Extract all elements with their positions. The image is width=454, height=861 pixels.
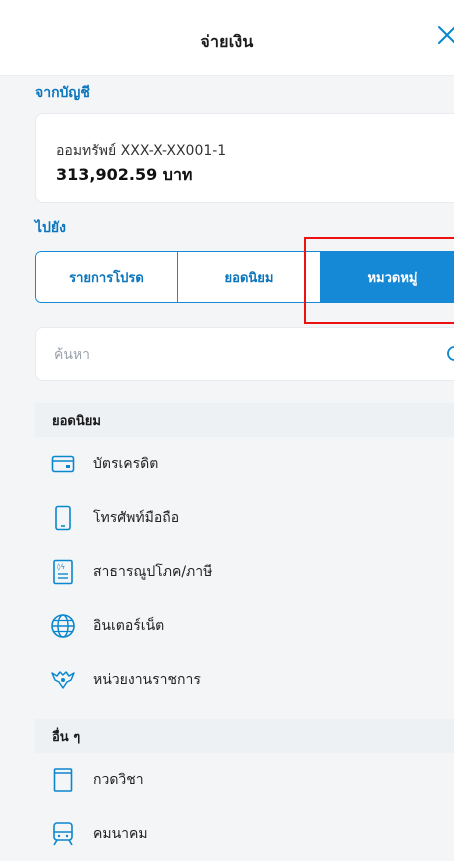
from-account-label: จากบัญชี xyxy=(35,85,90,101)
list-item-credit-card[interactable]: บัตรเครดิต xyxy=(35,437,454,491)
group-header-popular: ยอดนิยม xyxy=(35,403,454,437)
search-box xyxy=(35,327,454,381)
others-list: กวดวิชา คมนาคม xyxy=(35,753,454,861)
book-icon xyxy=(49,766,77,794)
list-item-tutoring[interactable]: กวดวิชา xyxy=(35,753,454,807)
train-icon xyxy=(49,820,77,848)
to-label: ไปยัง xyxy=(35,220,66,236)
list-item-utilities-tax[interactable]: ◊ϟ สาธารณูปโภค/ภาษี xyxy=(35,545,454,599)
header: จ่ายเงิน xyxy=(0,0,454,76)
destination-tabs: รายการโปรด ยอดนิยม หมวดหมู่ xyxy=(35,251,454,303)
list-item-label: โทรศัพท์มือถือ xyxy=(93,510,180,526)
list-item-internet[interactable]: อินเตอร์เน็ต xyxy=(35,599,454,653)
list-item-label: บัตรเครดิต xyxy=(93,456,159,472)
svg-text:◊ϟ: ◊ϟ xyxy=(57,563,65,571)
utility-bill-icon: ◊ϟ xyxy=(49,558,77,586)
list-item-label: คมนาคม xyxy=(93,826,148,842)
source-account-card[interactable]: ออมทรัพย์ XXX-X-XX001-1 313,902.59 บาท xyxy=(35,113,454,203)
list-item-label: หน่วยงานราชการ xyxy=(93,672,201,688)
credit-card-icon xyxy=(49,450,77,478)
account-balance: 313,902.59 บาท xyxy=(56,165,193,184)
close-icon[interactable] xyxy=(434,22,454,48)
page-title: จ่ายเงิน xyxy=(200,32,254,51)
list-item-transport[interactable]: คมนาคม xyxy=(35,807,454,861)
list-item-label: อินเตอร์เน็ต xyxy=(93,618,165,634)
globe-icon xyxy=(49,612,77,640)
popular-list: บัตรเครดิต โทรศัพท์มือถือ ◊ϟ สาธารณูปโภค… xyxy=(35,437,454,707)
search-icon[interactable] xyxy=(446,345,454,365)
tab-categories[interactable]: หมวดหมู่ xyxy=(321,251,454,303)
mobile-phone-icon xyxy=(49,504,77,532)
list-item-label: กวดวิชา xyxy=(93,772,144,788)
search-input[interactable] xyxy=(52,342,382,368)
list-item-mobile-phone[interactable]: โทรศัพท์มือถือ xyxy=(35,491,454,545)
account-name: ออมทรัพย์ XXX-X-XX001-1 xyxy=(56,143,227,159)
tab-favorites[interactable]: รายการโปรด xyxy=(35,251,178,303)
tab-popular[interactable]: ยอดนิยม xyxy=(178,251,321,303)
list-item-label: สาธารณูปโภค/ภาษี xyxy=(93,564,213,580)
group-header-others: อื่น ๆ xyxy=(35,719,454,753)
government-emblem-icon xyxy=(49,666,77,694)
list-item-government[interactable]: หน่วยงานราชการ xyxy=(35,653,454,707)
